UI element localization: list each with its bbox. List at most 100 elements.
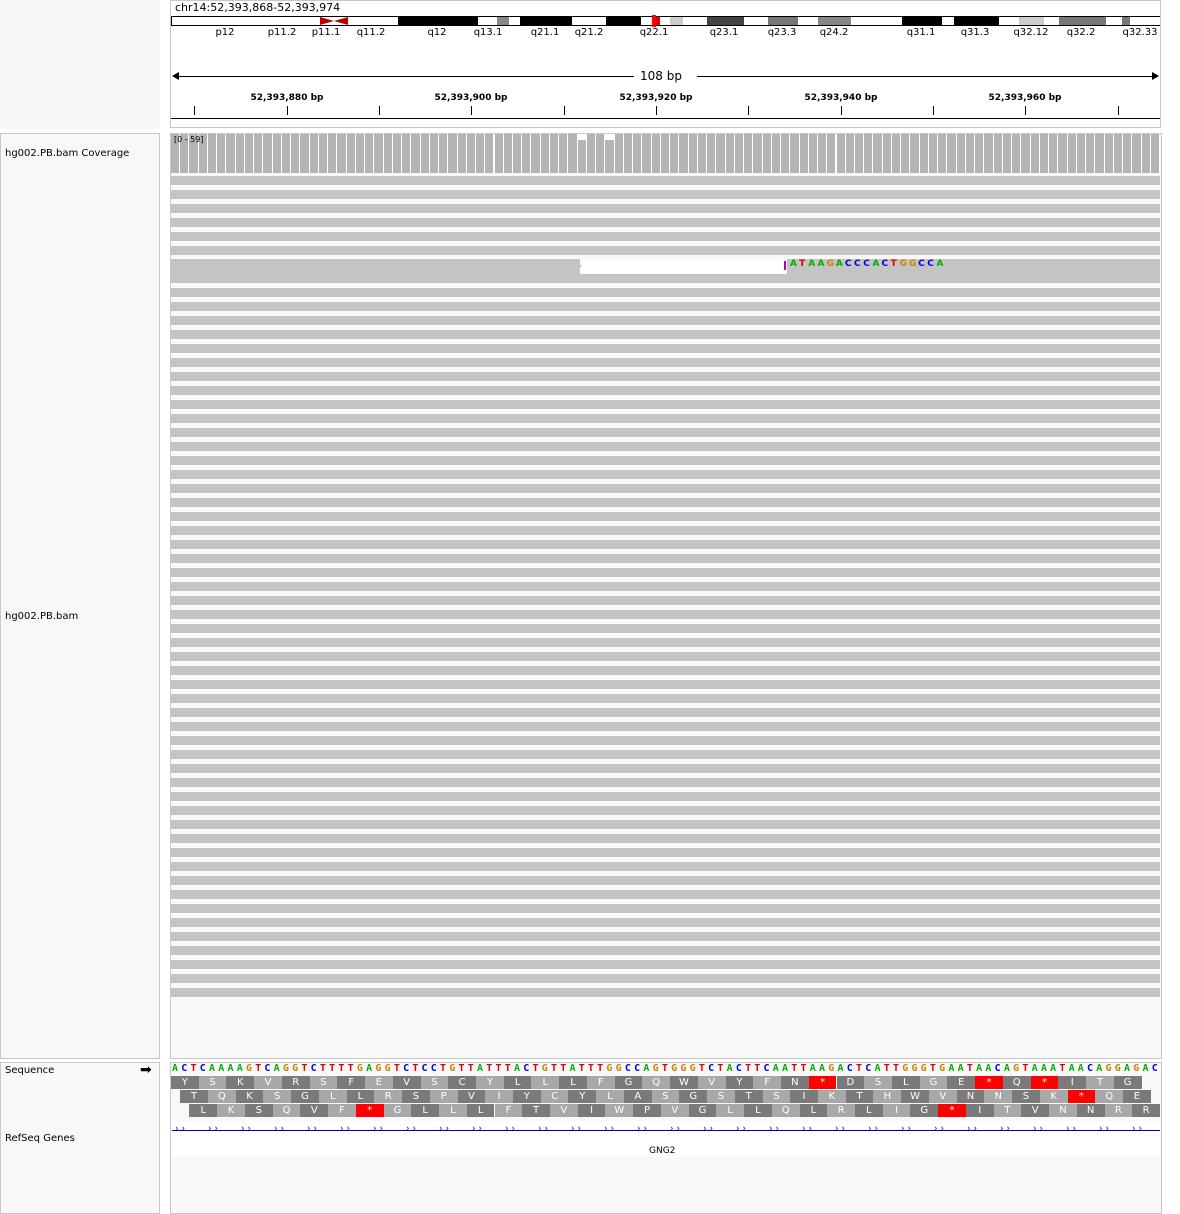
coverage-bar xyxy=(873,134,882,173)
alignment-read[interactable] xyxy=(171,960,1160,969)
alignment-read[interactable] xyxy=(171,400,1160,409)
strand-chevron-icon: › › xyxy=(1132,1124,1143,1134)
alignment-read[interactable] xyxy=(171,750,1160,759)
alignment-read[interactable] xyxy=(171,834,1160,843)
alignment-read[interactable] xyxy=(171,792,1160,801)
alignment-read[interactable] xyxy=(171,246,1160,255)
coverage-track[interactable] xyxy=(171,134,1160,173)
alignment-read[interactable] xyxy=(171,176,1160,185)
coverage-bar xyxy=(402,134,411,173)
alignment-read[interactable] xyxy=(171,218,1160,227)
alignment-read[interactable] xyxy=(171,974,1160,983)
alignment-read[interactable] xyxy=(171,778,1160,787)
alignment-read[interactable] xyxy=(171,358,1160,367)
amino-acid: K xyxy=(1039,1090,1068,1103)
alignment-read[interactable] xyxy=(171,918,1160,927)
alignment-read[interactable] xyxy=(171,302,1160,311)
alignment-read[interactable] xyxy=(171,806,1160,815)
alignment-read[interactable] xyxy=(171,946,1160,955)
softclip-base: G xyxy=(908,259,917,269)
reference-base: T xyxy=(560,1063,567,1074)
alignment-read[interactable] xyxy=(171,470,1160,479)
alignment-read[interactable] xyxy=(171,316,1160,325)
alignment-read[interactable] xyxy=(171,848,1160,857)
alignment-read[interactable] xyxy=(171,414,1160,423)
alignment-read[interactable] xyxy=(171,259,580,274)
alignment-read[interactable] xyxy=(171,652,1160,661)
alignment-read[interactable] xyxy=(171,204,1160,213)
gene-name-label[interactable]: GNG2 xyxy=(649,1146,675,1156)
alignment-read[interactable] xyxy=(171,372,1160,381)
amino-acid: * xyxy=(808,1076,837,1089)
coverage-bar xyxy=(716,134,725,173)
amino-acid: S xyxy=(263,1090,292,1103)
alignment-read[interactable] xyxy=(171,876,1160,885)
amino-acid: L xyxy=(411,1104,440,1117)
alignment-read[interactable] xyxy=(171,988,1160,997)
alignment-read[interactable] xyxy=(171,344,1160,353)
alignment-read[interactable] xyxy=(171,820,1160,829)
amino-acid: W xyxy=(901,1090,929,1103)
alignment-read[interactable] xyxy=(171,582,1160,591)
alignment-read[interactable] xyxy=(171,442,1160,451)
reference-base: G xyxy=(541,1063,548,1074)
alignment-read[interactable] xyxy=(171,862,1160,871)
sequence-track-label[interactable]: Sequence xyxy=(5,1065,54,1076)
alignment-read[interactable] xyxy=(171,638,1160,647)
strand-arrow-icon[interactable]: ➡ xyxy=(140,1063,152,1077)
alignment-read[interactable] xyxy=(171,708,1160,717)
chromosome-ideogram[interactable] xyxy=(171,15,1160,27)
coverage-bar xyxy=(901,134,910,173)
alignment-read[interactable] xyxy=(171,288,1160,297)
coverage-bar xyxy=(744,134,753,173)
alignment-read[interactable] xyxy=(171,568,1160,577)
alignment-read[interactable] xyxy=(171,498,1160,507)
alignment-read[interactable] xyxy=(171,624,1160,633)
alignment-read[interactable] xyxy=(171,680,1160,689)
alignment-read[interactable] xyxy=(171,890,1160,899)
alignment-read[interactable] xyxy=(171,764,1160,773)
alignment-read[interactable] xyxy=(171,666,1160,675)
alignment-read[interactable] xyxy=(171,722,1160,731)
alignment-read[interactable] xyxy=(171,330,1160,339)
ideogram-band xyxy=(744,17,768,25)
alignment-read[interactable] xyxy=(171,610,1160,619)
softclip-base: C xyxy=(918,259,925,269)
alignment-read[interactable] xyxy=(171,932,1160,941)
alignment-read[interactable] xyxy=(171,540,1160,549)
alignment-read[interactable] xyxy=(171,456,1160,465)
coverage-bar xyxy=(439,134,448,173)
alignment-read[interactable] xyxy=(171,484,1160,493)
alignment-read[interactable] xyxy=(171,274,1160,283)
amino-acid: R xyxy=(827,1104,855,1117)
alignment-read[interactable] xyxy=(171,596,1160,605)
reference-base: A xyxy=(172,1063,179,1074)
read-deletion-gap[interactable] xyxy=(580,259,787,274)
alignment-read[interactable] xyxy=(171,736,1160,745)
reference-base: T xyxy=(578,1063,585,1074)
alignment-read[interactable] xyxy=(171,554,1160,563)
reference-base: T xyxy=(892,1063,899,1074)
alignment-read[interactable] xyxy=(171,904,1160,913)
bam-track-label[interactable]: hg002.PB.bam xyxy=(5,611,78,622)
refseq-track-label[interactable]: RefSeq Genes xyxy=(5,1133,75,1144)
alignment-read[interactable] xyxy=(171,232,1160,241)
ruler-tick-label: 52,393,960 bp xyxy=(988,93,1062,103)
reference-base: C xyxy=(403,1063,410,1074)
coverage-track-label[interactable]: hg002.PB.bam Coverage xyxy=(5,148,129,159)
reference-base: T xyxy=(440,1063,447,1074)
ruler-tick-label: 52,393,920 bp xyxy=(619,93,693,103)
coverage-bar xyxy=(882,134,891,173)
alignment-read[interactable] xyxy=(171,386,1160,395)
alignment-read[interactable] xyxy=(171,190,1160,199)
alignment-read[interactable] xyxy=(171,512,1160,521)
alignment-read[interactable] xyxy=(171,694,1160,703)
gene-feature-line[interactable] xyxy=(172,1130,1160,1131)
alignment-read[interactable] xyxy=(171,526,1160,535)
coverage-bar xyxy=(383,134,392,173)
span-arrow-left-icon xyxy=(172,72,179,80)
reference-base: C xyxy=(523,1063,530,1074)
reference-base: C xyxy=(846,1063,853,1074)
softclip-base: C xyxy=(854,259,861,269)
alignment-read[interactable] xyxy=(171,428,1160,437)
